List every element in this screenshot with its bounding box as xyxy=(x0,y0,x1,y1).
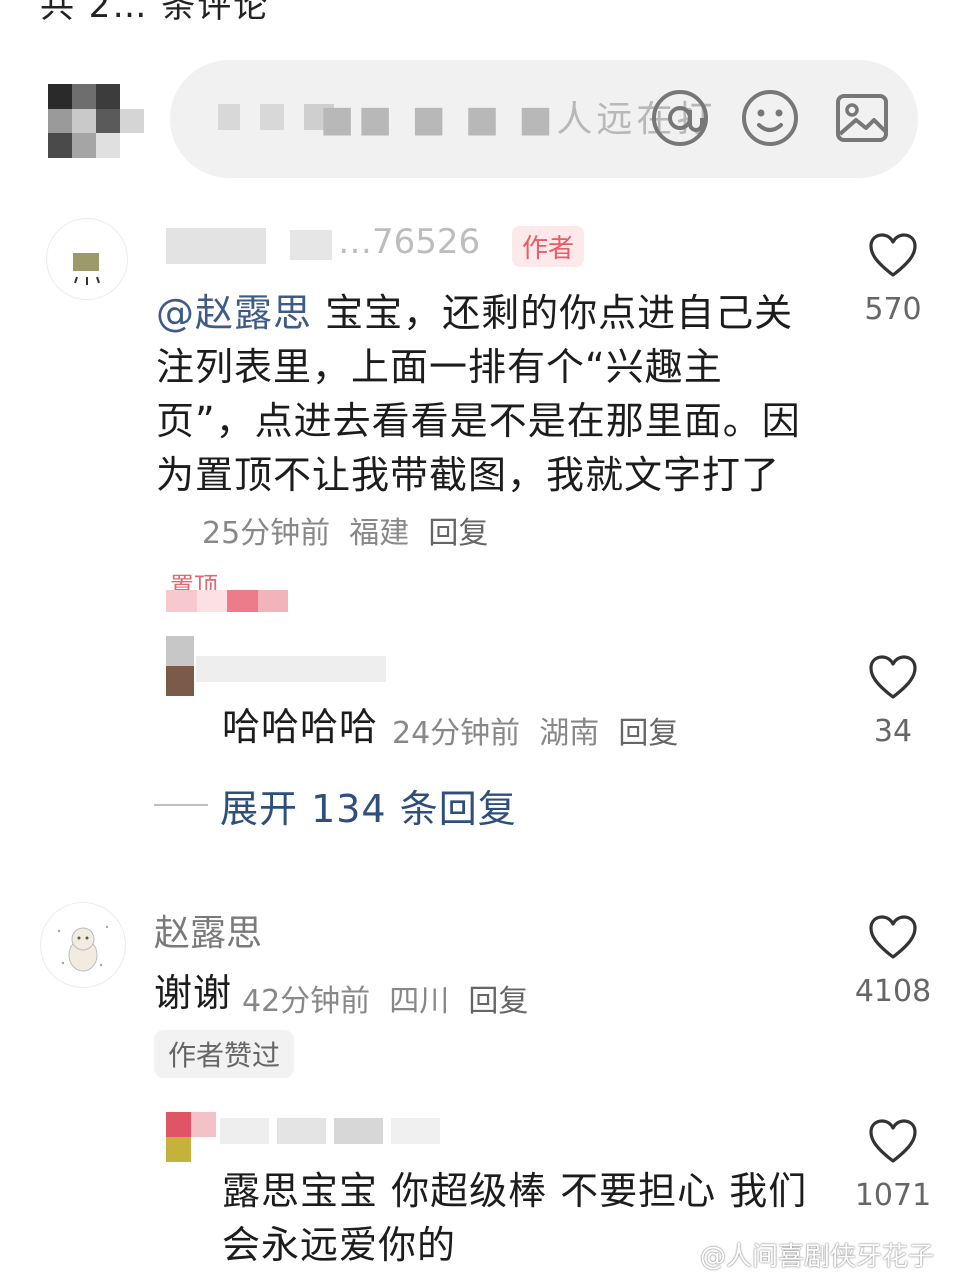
heart-icon xyxy=(869,915,917,959)
reply-avatar[interactable] xyxy=(166,636,194,696)
heart-icon xyxy=(869,233,917,277)
comment-meta: 42分钟前 四川 回复 xyxy=(242,976,528,1020)
comment-location: 四川 xyxy=(389,984,450,1019)
commenter-avatar[interactable] xyxy=(40,902,126,988)
expand-divider xyxy=(154,804,208,806)
like-count: 1071 xyxy=(854,1178,932,1213)
mention-link[interactable]: @赵露思 xyxy=(156,291,312,335)
commenter-name[interactable]: 赵露思 xyxy=(154,904,262,956)
heart-icon xyxy=(869,1119,917,1163)
author-liked-badge: 作者赞过 xyxy=(154,1030,295,1078)
commenter-name-blurred xyxy=(290,230,332,260)
reply-name-blurred xyxy=(196,656,386,682)
like-button[interactable]: 1071 xyxy=(848,1118,938,1213)
reply-button[interactable]: 回复 xyxy=(468,984,528,1019)
comment-location: 福建 xyxy=(349,516,410,551)
comment-text: 谢谢 xyxy=(154,971,233,1015)
reply-name-blurred xyxy=(220,1118,440,1144)
commenter-name-suffix: …76526 xyxy=(338,222,481,262)
reply-meta: 24分钟前 湖南 回复 xyxy=(392,708,678,752)
comments-count-title: 共 2… 条评论 xyxy=(40,0,270,26)
comment-text: @赵露思 宝宝，还剩的你点进自己关注列表里，上面一排有个“兴趣主页”，点进去看看… xyxy=(156,286,816,502)
my-avatar[interactable] xyxy=(48,84,144,158)
author-tag: 作者 xyxy=(512,226,585,267)
like-button[interactable]: 570 xyxy=(848,232,938,327)
comment-time: 25分钟前 xyxy=(202,516,331,551)
commenter-name-blurred xyxy=(166,228,266,264)
comment-input[interactable]: ■■ ■ ■ ■人远在打 xyxy=(170,60,918,178)
image-icon[interactable] xyxy=(832,88,892,148)
comment-time: 42分钟前 xyxy=(242,984,371,1019)
expand-replies-button[interactable]: 展开 134 条回复 xyxy=(220,778,517,833)
like-count: 34 xyxy=(873,714,913,749)
like-button[interactable]: 4108 xyxy=(848,914,938,1009)
reply-time: 24分钟前 xyxy=(392,716,521,751)
like-button[interactable]: 34 xyxy=(848,654,938,749)
watermark: @人间喜剧侠牙花子 xyxy=(700,1242,935,1272)
at-icon[interactable] xyxy=(650,88,710,148)
pinned-badge-blurred xyxy=(166,590,288,612)
reply-button[interactable]: 回复 xyxy=(618,716,678,751)
heart-icon xyxy=(869,655,917,699)
placeholder-blur xyxy=(260,104,284,130)
reply-button[interactable]: 回复 xyxy=(428,516,488,551)
comment-meta: 25分钟前 福建 回复 xyxy=(202,508,488,552)
placeholder-blur xyxy=(218,104,240,130)
emoji-icon[interactable] xyxy=(740,88,800,148)
commenter-avatar[interactable] xyxy=(46,218,128,300)
like-count: 4108 xyxy=(854,974,932,1009)
reply-text: 哈哈哈哈 xyxy=(222,705,379,749)
reply-location: 湖南 xyxy=(539,716,600,751)
reply-avatar[interactable] xyxy=(166,1112,216,1162)
like-count: 570 xyxy=(864,292,922,327)
